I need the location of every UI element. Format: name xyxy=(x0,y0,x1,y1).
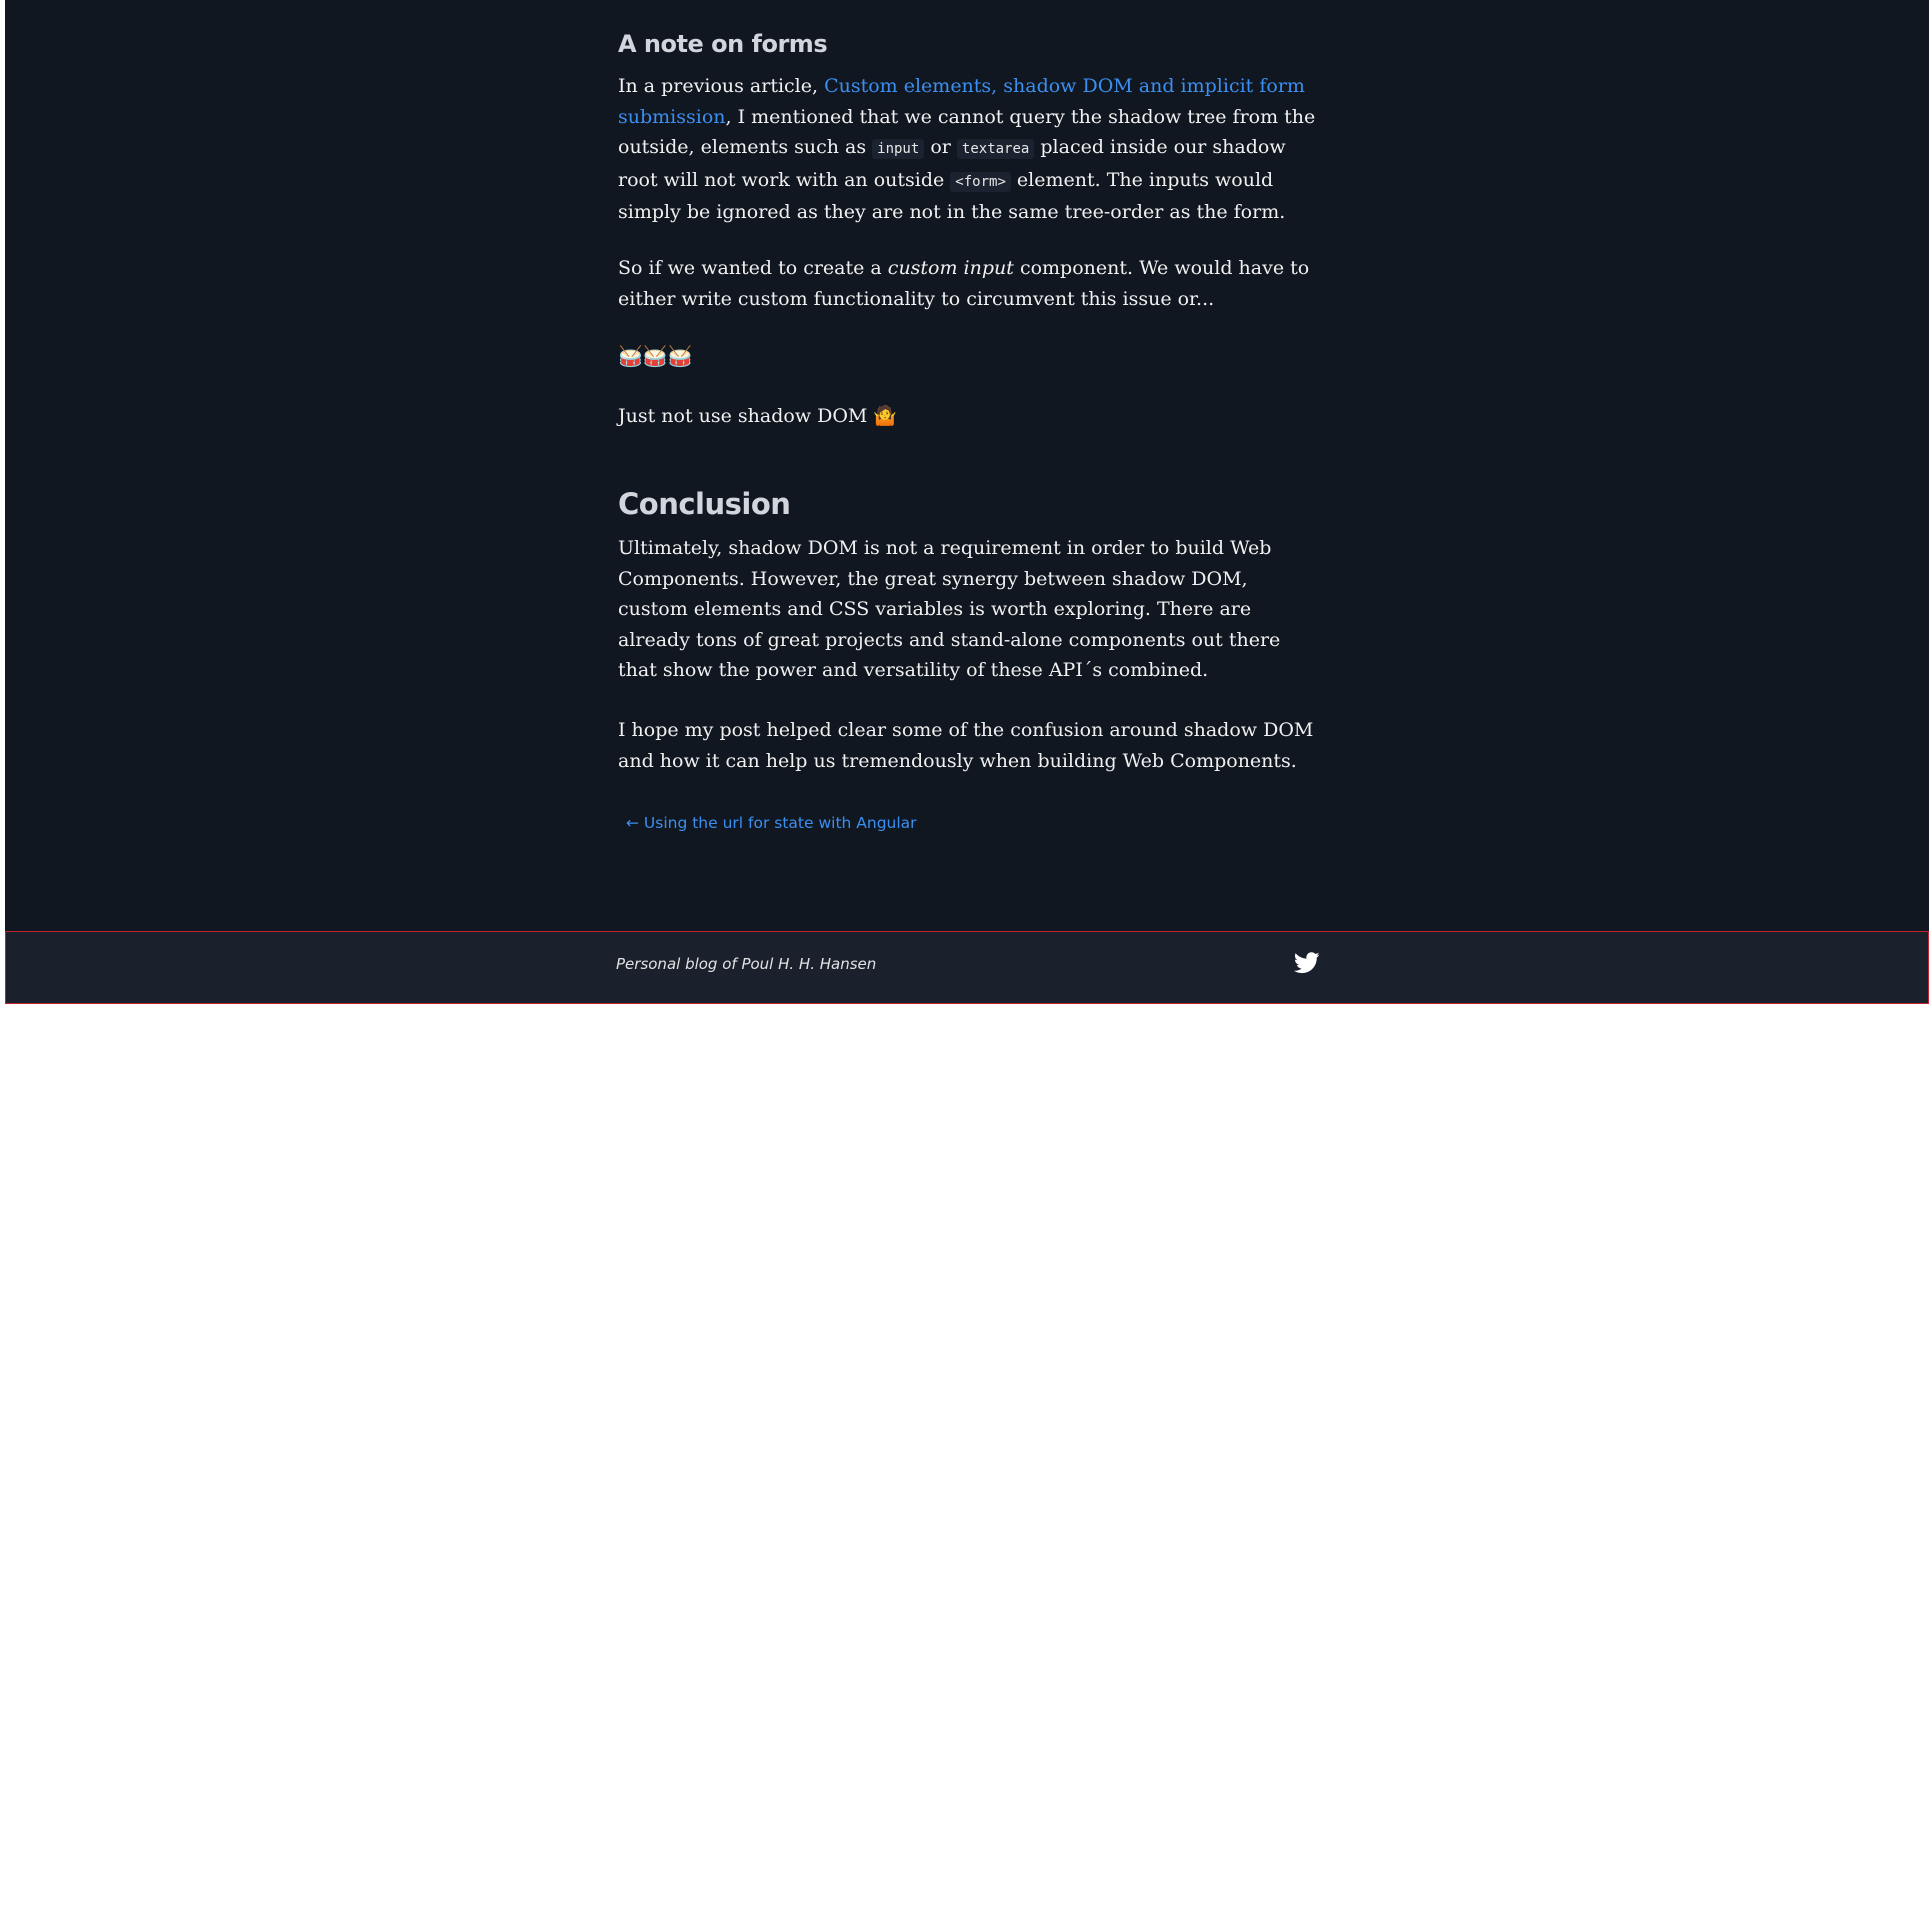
site-footer: Personal blog of Poul H. H. Hansen xyxy=(5,931,1929,1004)
page-background: A note on forms In a previous article, C… xyxy=(5,0,1929,1003)
paragraph-custom-input: So if we wanted to create a custom input… xyxy=(618,253,1318,314)
heading-conclusion: Conclusion xyxy=(618,487,791,521)
paragraph-no-shadow-dom: Just not use shadow DOM 🤷 xyxy=(618,405,898,427)
text-segment: or xyxy=(924,136,957,158)
inline-code-form: <form> xyxy=(950,171,1011,192)
paragraph-conclusion-1: Ultimately, shadow DOM is not a requirem… xyxy=(618,537,1281,681)
heading-note-on-forms: A note on forms xyxy=(618,30,828,58)
previous-post-link[interactable]: ← Using the url for state with Angular xyxy=(626,811,917,835)
emphasis-custom-input: custom input xyxy=(887,257,1014,279)
paragraph-conclusion-2: I hope my post helped clear some of the … xyxy=(618,719,1314,772)
footer-text: Personal blog of Poul H. H. Hansen xyxy=(616,955,877,973)
drum-emojis: 🥁🥁🥁 xyxy=(618,344,693,368)
inline-code-textarea: textarea xyxy=(956,139,1035,159)
inline-code-input: input xyxy=(872,139,925,159)
paragraph-forms-intro: In a previous article, Custom elements, … xyxy=(618,71,1318,228)
text-segment: In a previous article, xyxy=(618,75,825,97)
text-segment: So if we wanted to create a xyxy=(618,257,888,279)
twitter-icon[interactable] xyxy=(1293,952,1322,976)
